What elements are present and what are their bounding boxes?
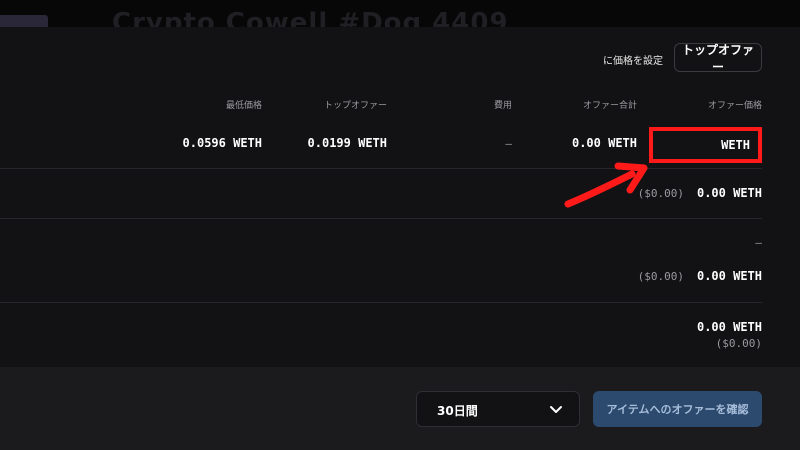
top-offer-button[interactable]: トップオファー xyxy=(674,43,762,74)
row-divider xyxy=(0,302,762,303)
row2-amount: 0.00 WETH xyxy=(696,186,762,200)
col-top-offer: トップオファー xyxy=(323,101,387,111)
row3-dash: — xyxy=(755,236,762,249)
confirm-offer-button[interactable]: アイテムへのオファーを確認 xyxy=(593,391,762,427)
duration-select[interactable]: 30日間 xyxy=(416,391,580,427)
offer-price-unit: WETH xyxy=(721,138,750,152)
offer-price-input[interactable]: WETH xyxy=(649,127,762,163)
set-price-label: に価格を設定 xyxy=(603,56,663,67)
chevron-down-icon xyxy=(550,406,562,413)
page-title: Crypto Cowell #Dog 4409 xyxy=(112,8,509,27)
col-offer-price: オファー価格 xyxy=(707,101,762,111)
col-floor-price: 最低価格 xyxy=(225,101,262,111)
row3-usd: ($0.00) xyxy=(637,270,684,283)
row4-usd: ($0.00) xyxy=(715,337,762,350)
offer-panel: に価格を設定 トップオファー 最低価格 トップオファー 費用 オファー合計 オフ… xyxy=(0,27,800,367)
row3-amount: 0.00 WETH xyxy=(696,269,762,283)
col-offer-total: オファー合計 xyxy=(582,101,637,111)
top-bar: Crypto Cowell #Dog 4409 xyxy=(0,0,800,27)
tab-chip[interactable] xyxy=(0,15,48,27)
col-fees: 費用 xyxy=(493,101,512,111)
floor-price-value: 0.0596 WETH xyxy=(182,136,262,150)
annotation-arrow-icon xyxy=(564,162,648,208)
duration-value: 30日間 xyxy=(437,404,478,418)
footer-bar: 30日間 アイテムへのオファーを確認 xyxy=(0,367,800,450)
row4-amount: 0.00 WETH xyxy=(696,320,762,334)
fees-value: — xyxy=(505,137,512,150)
top-offer-value: 0.0199 WETH xyxy=(307,136,387,150)
